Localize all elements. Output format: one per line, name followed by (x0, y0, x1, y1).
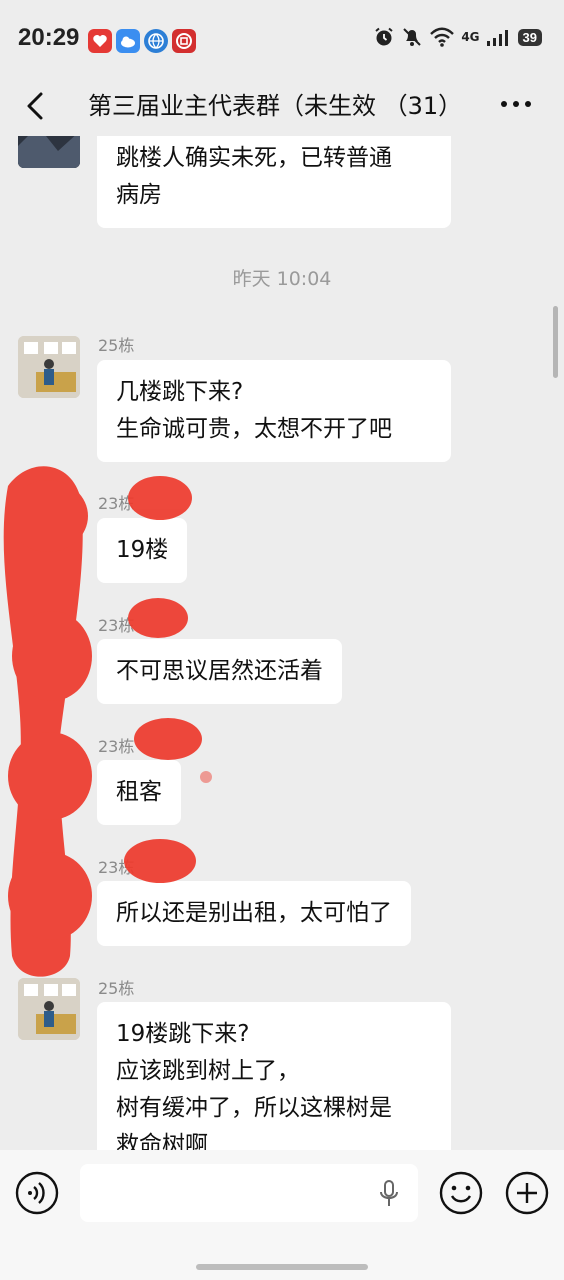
sender-name: 25栋 (98, 336, 135, 355)
timestamp: 昨天 10:04 (232, 268, 332, 290)
wifi-icon (430, 27, 455, 47)
chevron-left-icon (27, 92, 43, 120)
message-bubble[interactable]: 几楼跳下来? 生命诚可贵，太想不开了吧 (97, 360, 451, 462)
avatar[interactable] (18, 978, 80, 1040)
status-bar: 20:29 4G 39 (0, 0, 564, 80)
avatar[interactable] (18, 136, 80, 168)
input-bar (0, 1150, 564, 1280)
plus-circle-icon (505, 1171, 549, 1215)
more-button[interactable] (498, 92, 538, 116)
message-line: 几楼跳下来? (116, 379, 244, 405)
signal-icon (486, 30, 508, 46)
status-time: 20:29 (18, 24, 80, 51)
network-label: 4G (461, 30, 480, 44)
sender-name: 25栋 (98, 979, 135, 998)
message-line: 应该跳到树上了， (116, 1058, 300, 1084)
plus-button[interactable] (504, 1170, 550, 1216)
sender-name: 23栋 (98, 616, 135, 635)
avatar[interactable] (18, 336, 80, 398)
app-icon-globe (144, 29, 168, 53)
message-line: 生命诚可贵，太想不开了吧 (116, 416, 392, 442)
emoji-button[interactable] (438, 1170, 484, 1216)
alarm-icon (375, 27, 393, 46)
message-line: 19楼 (116, 537, 169, 563)
message-line: 所以还是别出租，太可怕了 (116, 900, 392, 926)
status-icons: 4G 39 (373, 26, 542, 48)
message-line: 19楼跳下来? (116, 1021, 250, 1047)
voice-button[interactable] (14, 1170, 60, 1216)
battery-indicator: 39 (517, 28, 542, 46)
message-line: 救命树啊 (116, 1132, 208, 1150)
message-bubble[interactable]: 租客 (97, 760, 181, 825)
sender-name: 23栋 (98, 737, 135, 756)
message-line: 树有缓冲了，所以这棵树是 (116, 1095, 392, 1121)
ellipsis-icon (501, 101, 531, 107)
page-title: 第三届业主代表群（未生效 （31） (88, 92, 463, 120)
app-icon-red-heart (88, 29, 112, 53)
mic-icon[interactable] (378, 1180, 400, 1208)
sender-name: 23栋 (98, 858, 135, 877)
chat-header: 第三届业主代表群（未生效 （31） (0, 80, 564, 136)
voice-icon (15, 1171, 59, 1215)
message-line: 病房 (116, 182, 162, 208)
emoji-icon (439, 1171, 483, 1215)
home-indicator[interactable] (196, 1264, 368, 1270)
back-button[interactable] (20, 84, 60, 128)
message-input[interactable] (80, 1164, 418, 1222)
mute-icon (403, 28, 422, 46)
scrollbar[interactable] (553, 306, 558, 378)
message-list[interactable]: 跳楼人确实未死，已转普通 病房 昨天 10:04 25栋 几楼跳下来? 生命诚可… (0, 136, 564, 1150)
message-line: 租客 (116, 779, 162, 805)
message-bubble[interactable]: 19楼 (97, 518, 188, 583)
message-bubble[interactable]: 所以还是别出租，太可怕了 (97, 881, 411, 946)
app-icon-red-bank (172, 29, 196, 53)
message-bubble[interactable]: 不可思议居然还活着 (97, 639, 342, 704)
sender-name: 23栋 (98, 494, 135, 513)
message-line: 跳楼人确实未死，已转普通 (116, 145, 392, 171)
message-bubble[interactable]: 跳楼人确实未死，已转普通 病房 (97, 136, 451, 228)
message-line: 不可思议居然还活着 (116, 658, 323, 684)
app-icon-blue-cloud (116, 29, 140, 53)
message-bubble[interactable]: 19楼跳下来? 应该跳到树上了， 树有缓冲了，所以这棵树是 救命树啊 (97, 1002, 451, 1150)
